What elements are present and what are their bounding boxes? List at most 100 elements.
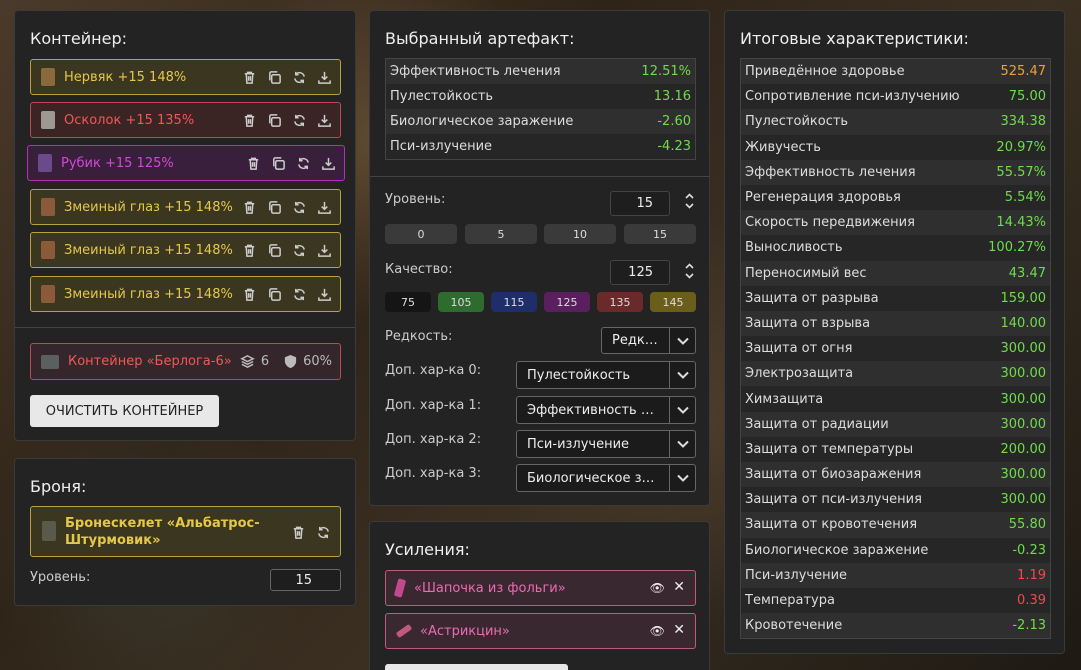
eye-icon[interactable]: 👁 — [650, 581, 665, 595]
chevron-down-icon[interactable] — [669, 465, 695, 491]
add-boost-button[interactable] — [385, 664, 568, 670]
extra-stat-2-select[interactable]: Пси-излучение — [516, 430, 696, 458]
total-stat-row: Защита от температуры 200.00 — [741, 436, 1050, 462]
trash-icon[interactable] — [245, 155, 261, 171]
stat-value: 300.00 — [1000, 391, 1047, 407]
level-preset-0[interactable]: 0 — [385, 224, 457, 244]
rarity-select[interactable]: Редкий — [601, 327, 696, 354]
rarity-label: Редкость: — [385, 329, 453, 344]
container-box[interactable]: Контейнер «Берлога-6» 6 60% — [30, 343, 341, 380]
chevron-down-icon[interactable] — [669, 362, 695, 388]
boost-item-1[interactable]: «Астрикцин» 👁 ✕ — [385, 613, 696, 649]
copy-icon[interactable] — [266, 112, 282, 128]
download-icon[interactable] — [316, 112, 332, 128]
artifact-title: Выбранный артефакт: — [385, 29, 575, 48]
stat-value: 334.38 — [1000, 114, 1047, 130]
extra-stat-value: Пулестойкость — [527, 367, 631, 383]
quality-input[interactable]: 125 — [610, 260, 670, 285]
extra-stat-0-select[interactable]: Пулестойкость — [516, 361, 696, 389]
extra-stat-3-label: Доп. хар-ка 3: — [385, 466, 482, 481]
close-icon[interactable]: ✕ — [673, 622, 685, 638]
totals-title: Итоговые характеристики: — [740, 29, 969, 48]
copy-icon[interactable] — [266, 199, 282, 215]
copy-icon[interactable] — [266, 242, 282, 258]
container-item-0[interactable]: Нервяк +15 148% — [30, 59, 341, 95]
stat-name: Защита от радиации — [745, 416, 889, 432]
sync-icon[interactable] — [315, 524, 331, 540]
quality-spinner[interactable] — [684, 263, 694, 279]
container-item-3[interactable]: Змеиный глаз +15 148% — [30, 189, 341, 225]
total-stat-row: Защита от пси-излучения 300.00 — [741, 487, 1050, 513]
quality-preset-135[interactable]: 135 — [597, 292, 643, 312]
close-icon[interactable]: ✕ — [673, 579, 685, 595]
stat-value: 300.00 — [1000, 467, 1047, 483]
copy-icon[interactable] — [266, 286, 282, 302]
download-icon[interactable] — [316, 69, 332, 85]
eye-icon[interactable]: 👁 — [650, 624, 665, 638]
container-item-4[interactable]: Змеиный глаз +15 148% — [30, 232, 341, 268]
stat-value: 300.00 — [1000, 416, 1047, 432]
download-icon[interactable] — [320, 155, 336, 171]
container-item-5[interactable]: Змеиный глаз +15 148% — [30, 276, 341, 312]
quality-label: Качество: — [385, 262, 453, 277]
quality-preset-105[interactable]: 105 — [438, 292, 484, 312]
boost-item-0[interactable]: «Шапочка из фольги» 👁 ✕ — [385, 570, 696, 606]
arrow-up-icon[interactable] — [685, 193, 694, 199]
chevron-down-icon[interactable] — [669, 328, 695, 353]
download-icon[interactable] — [316, 242, 332, 258]
boost-label: «Астрикцин» — [420, 623, 510, 639]
stat-value: 300.00 — [1000, 492, 1047, 508]
trash-icon[interactable] — [241, 112, 257, 128]
container-item-2[interactable]: Рубик +15 125% — [27, 145, 345, 181]
extra-stat-3-select[interactable]: Биологическое заражение — [516, 464, 696, 492]
trash-icon[interactable] — [241, 199, 257, 215]
level-input[interactable]: 15 — [610, 191, 670, 216]
level-preset-5[interactable]: 5 — [465, 224, 537, 244]
extra-stat-1-label: Доп. хар-ка 1: — [385, 398, 482, 413]
level-preset-15[interactable]: 15 — [624, 224, 696, 244]
level-preset-10[interactable]: 10 — [544, 224, 616, 244]
clear-container-button[interactable]: ОЧИСТИТЬ КОНТЕЙНЕР — [30, 395, 219, 427]
container-protection: 60% — [303, 354, 332, 369]
stat-value: 100.27% — [988, 240, 1046, 256]
sync-icon[interactable] — [291, 242, 307, 258]
level-spinner[interactable] — [684, 193, 694, 209]
chevron-down-icon[interactable] — [669, 397, 695, 423]
download-icon[interactable] — [316, 286, 332, 302]
total-stat-row: Защита от радиации 300.00 — [741, 411, 1050, 437]
trash-icon[interactable] — [241, 286, 257, 302]
sync-icon[interactable] — [291, 286, 307, 302]
sync-icon[interactable] — [291, 69, 307, 85]
copy-icon[interactable] — [266, 69, 282, 85]
shield-icon — [282, 354, 298, 370]
quality-preset-125[interactable]: 125 — [544, 292, 590, 312]
stat-value: 140.00 — [1000, 315, 1047, 331]
artifact-icon — [41, 285, 55, 303]
sync-icon[interactable] — [291, 199, 307, 215]
stat-value: -2.60 — [657, 114, 691, 129]
arrow-down-icon[interactable] — [685, 273, 694, 279]
extra-stat-1-select[interactable]: Эффективность лечения — [516, 396, 696, 424]
stat-value: -4.23 — [657, 139, 691, 154]
stat-name: Кровотечение — [745, 618, 843, 634]
stat-name: Сопротивление пси-излучению — [745, 89, 960, 105]
quality-preset-145[interactable]: 145 — [650, 292, 696, 312]
boost-icon — [395, 623, 413, 639]
quality-preset-115[interactable]: 115 — [491, 292, 537, 312]
container-item-1[interactable]: Осколок +15 135% — [30, 102, 341, 138]
trash-icon[interactable] — [241, 69, 257, 85]
arrow-up-icon[interactable] — [685, 263, 694, 269]
armor-level-input[interactable]: 15 — [270, 569, 341, 591]
sync-icon[interactable] — [295, 155, 311, 171]
stat-name: Приведённое здоровье — [745, 64, 905, 80]
quality-preset-75[interactable]: 75 — [385, 292, 431, 312]
total-stat-row: Биологическое заражение -0.23 — [741, 537, 1050, 563]
sync-icon[interactable] — [291, 112, 307, 128]
armor-item[interactable]: Бронескелет «Альбатрос-Штурмовик» — [30, 506, 341, 557]
copy-icon[interactable] — [270, 155, 286, 171]
download-icon[interactable] — [316, 199, 332, 215]
trash-icon[interactable] — [290, 524, 306, 540]
arrow-down-icon[interactable] — [685, 203, 694, 209]
chevron-down-icon[interactable] — [669, 431, 695, 457]
trash-icon[interactable] — [241, 242, 257, 258]
